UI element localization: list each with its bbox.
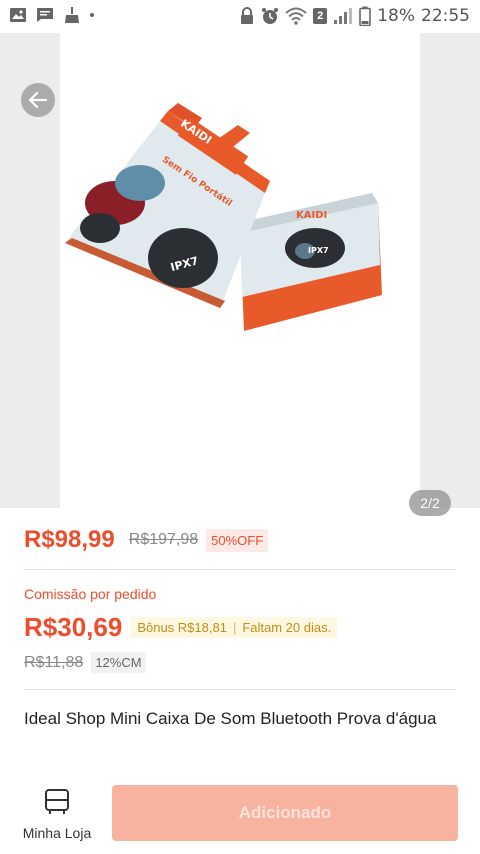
my-store-label: Minha Loja — [22, 825, 92, 841]
product-photo: KAIDI IPX7 KAIDI Sem Fio Portátil IPX7 — [60, 33, 420, 508]
current-price: R$98,99 — [24, 526, 115, 553]
divider — [24, 689, 456, 690]
more-notifications-dot — [90, 13, 94, 17]
bonus-badge: Bônus R$18,81 | Faltam 20 dias. — [131, 617, 338, 638]
alarm-icon — [262, 8, 279, 24]
gallery-notification-icon — [10, 8, 26, 22]
lock-icon — [241, 7, 254, 24]
commission-label: Comissão por pedido — [24, 586, 157, 602]
clock: 22:55 — [421, 6, 470, 26]
original-price: R$197,98 — [128, 531, 199, 548]
commission-row: R$30,69 Bônus R$18,81 | Faltam 20 dias. — [24, 612, 338, 643]
bonus-separator: | — [232, 620, 237, 635]
store-icon — [45, 789, 69, 814]
image-page-indicator: 2/2 — [409, 490, 451, 516]
bonus-amount: Bônus R$18,81 — [137, 620, 227, 635]
product-title: Ideal Shop Mini Caixa De Som Bluetooth P… — [24, 709, 437, 728]
battery-percentage: 18% — [377, 6, 415, 26]
discount-badge: 50%OFF — [206, 528, 269, 552]
front-box: KAIDI Sem Fio Portátil IPX7 — [65, 103, 270, 308]
sim-badge: 2 — [313, 8, 328, 24]
commission-value: R$30,69 — [24, 612, 123, 642]
arrow-left-icon — [28, 91, 48, 109]
message-notification-icon — [37, 8, 53, 22]
back-box-badge: IPX7 — [308, 246, 329, 255]
broom-notification-icon — [65, 7, 79, 23]
back-box-brand: KAIDI — [296, 210, 327, 221]
back-button[interactable] — [21, 83, 55, 117]
commission-rate-badge: 12%CM — [91, 652, 146, 673]
price-row: R$98,99 R$197,98 50%OFF — [24, 526, 269, 554]
old-commission-value: R$11,88 — [24, 653, 84, 671]
added-button[interactable]: Adicionado — [112, 785, 458, 841]
old-commission-row: R$11,88 12%CM — [24, 652, 146, 673]
bonus-remaining-days: Faltam 20 dias. — [242, 620, 332, 635]
wifi-icon — [285, 7, 307, 25]
speaker-box-illustration: KAIDI IPX7 KAIDI Sem Fio Portátil IPX7 — [65, 103, 382, 331]
status-bar: 2 18% 22:55 — [0, 0, 480, 33]
battery-icon — [359, 6, 372, 26]
back-box: KAIDI IPX7 — [238, 193, 382, 331]
product-image-gallery[interactable]: KAIDI IPX7 KAIDI Sem Fio Portátil IPX7 2… — [0, 33, 480, 516]
signal-icon — [334, 8, 353, 24]
my-store-button[interactable]: Minha Loja — [22, 788, 92, 841]
divider — [24, 569, 456, 570]
